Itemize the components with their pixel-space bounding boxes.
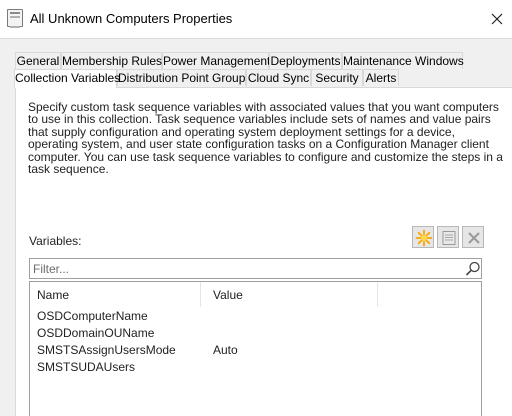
tab-deployments[interactable]: Deployments <box>269 52 342 69</box>
list-row[interactable]: SMSTSUDAUsers <box>30 360 481 376</box>
variable-value: Auto <box>213 343 238 357</box>
properties-dialog: General Membership Rules Power Managemen… <box>0 38 512 416</box>
close-icon[interactable] <box>484 7 510 31</box>
variable-name: OSDComputerName <box>37 309 148 323</box>
tab-security[interactable]: Security <box>311 69 363 86</box>
window-title: All Unknown Computers Properties <box>30 11 233 26</box>
list-row[interactable]: OSDDomainOUName <box>30 326 481 342</box>
tab-cloud-sync[interactable]: Cloud Sync <box>246 69 311 86</box>
list-row[interactable]: OSDComputerName <box>30 309 481 325</box>
variable-name: OSDDomainOUName <box>37 326 155 340</box>
column-header-name[interactable]: Name <box>30 282 201 307</box>
collection-variables-panel: Specify custom task sequence variables w… <box>15 87 512 416</box>
tab-maintenance-windows[interactable]: Maintenance Windows <box>342 52 464 69</box>
tab-membership-rules[interactable]: Membership Rules <box>61 52 162 69</box>
list-row[interactable]: SMSTSAssignUsersMode Auto <box>30 343 481 359</box>
tab-collection-variables[interactable]: Collection Variables <box>14 69 120 88</box>
panel-description: Specify custom task sequence variables w… <box>28 100 503 177</box>
search-icon[interactable] <box>464 260 482 278</box>
variables-list[interactable]: Name Value OSDComputerName OSDDomainOUNa… <box>29 281 482 416</box>
tab-power-management[interactable]: Power Management <box>162 52 270 69</box>
column-header-value[interactable]: Value <box>206 282 378 307</box>
delete-variable-button[interactable] <box>462 226 484 248</box>
title-bar: All Unknown Computers Properties <box>0 0 512 38</box>
variable-properties-button[interactable] <box>437 226 459 248</box>
tab-distribution-point-groups[interactable]: Distribution Point Groups <box>117 69 251 86</box>
new-variable-button[interactable] <box>412 226 434 248</box>
tab-alerts[interactable]: Alerts <box>363 69 399 86</box>
properties-window-icon <box>7 9 23 28</box>
variables-label: Variables: <box>29 234 82 248</box>
variable-name: SMSTSAssignUsersMode <box>37 343 176 357</box>
filter-input[interactable] <box>33 261 453 276</box>
variable-name: SMSTSUDAUsers <box>37 360 136 374</box>
tab-general[interactable]: General <box>15 52 61 69</box>
filter-box <box>29 258 482 279</box>
